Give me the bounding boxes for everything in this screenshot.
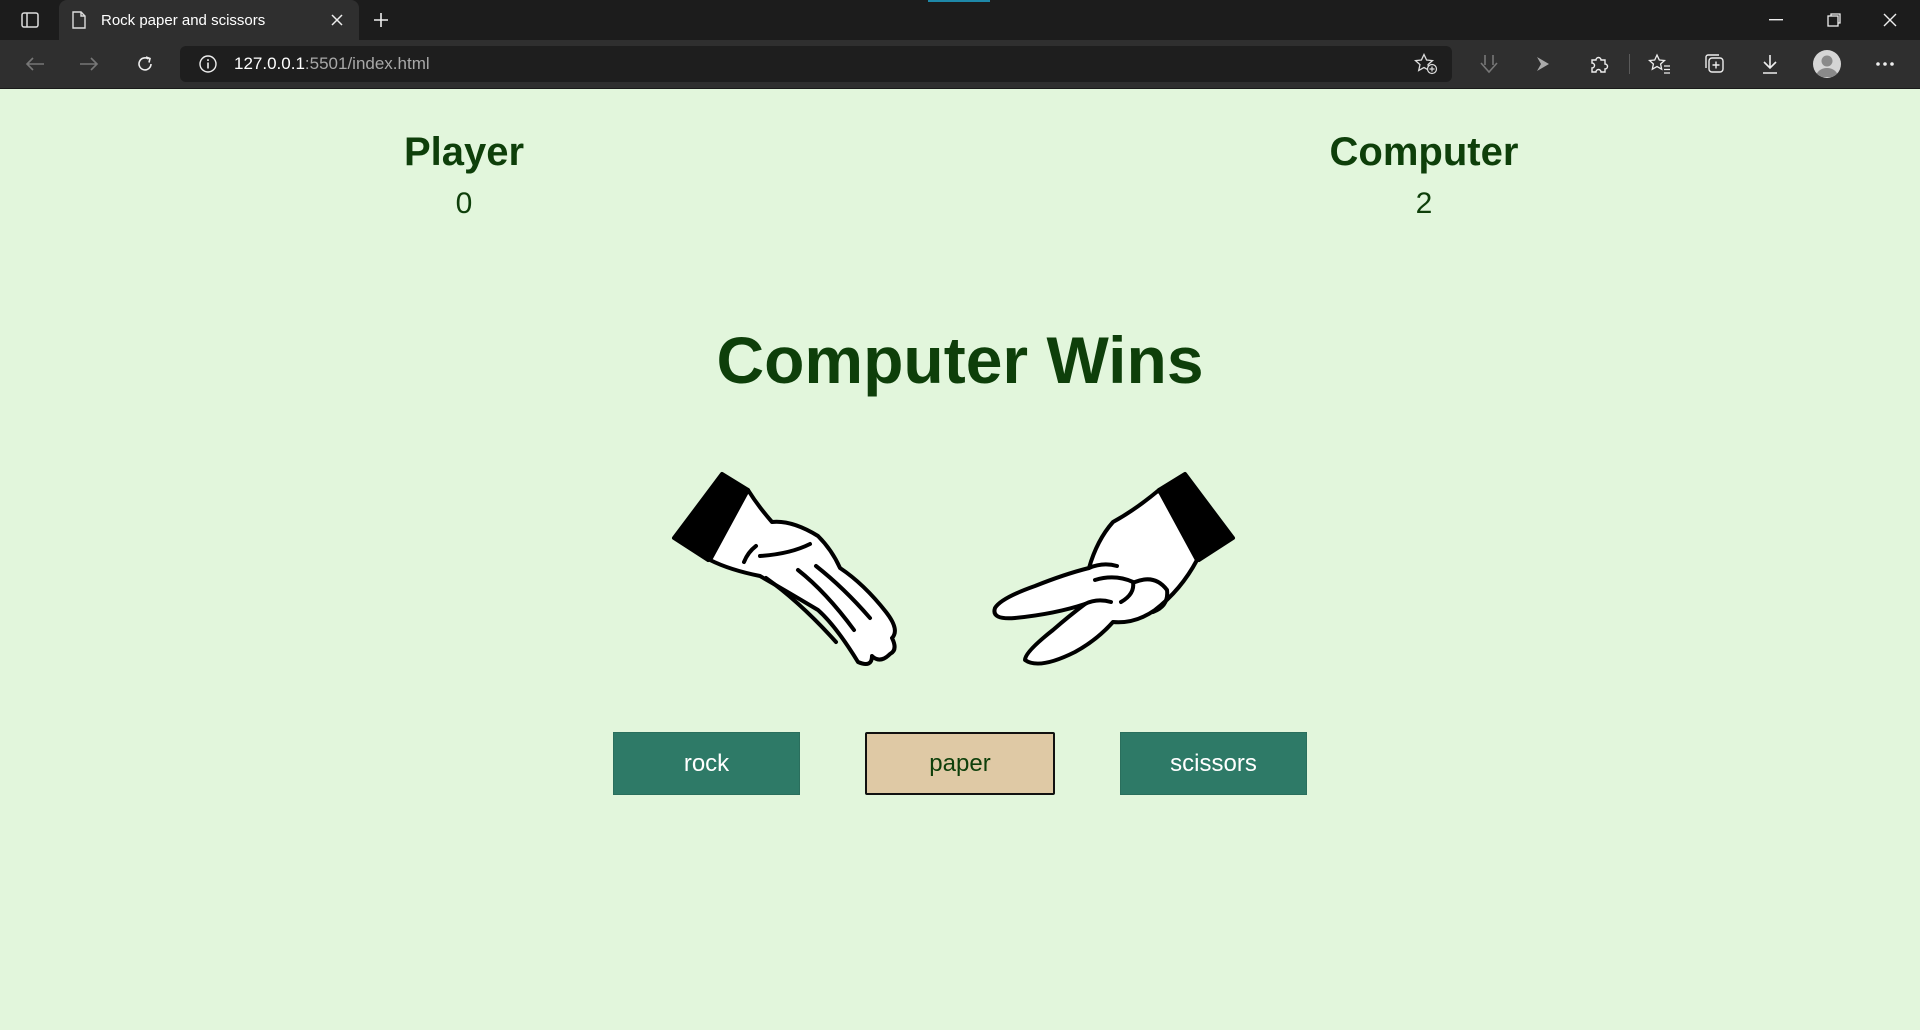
browser-toolbar: 127.0.0.1:5501/index.html (0, 40, 1920, 89)
forward-icon[interactable] (72, 48, 106, 80)
rock-button[interactable]: rock (613, 732, 800, 795)
toolbar-separator (1629, 54, 1630, 74)
document-icon (71, 11, 87, 29)
extensions-icon[interactable] (1585, 51, 1613, 77)
site-info-icon[interactable] (198, 54, 218, 74)
collections-download-icon[interactable] (1475, 51, 1503, 77)
paper-button[interactable]: paper (865, 732, 1055, 795)
computer-score: 2 (1415, 187, 1433, 220)
more-icon[interactable] (1871, 51, 1899, 77)
accent-line (928, 0, 990, 2)
new-tab-icon[interactable] (366, 6, 396, 34)
result-heading: Computer Wins (716, 323, 1204, 397)
url-path: :5501/index.html (304, 54, 430, 73)
player-label: Player (403, 130, 525, 174)
url-host: 127.0.0.1 (234, 54, 305, 73)
tab-title: Rock paper and scissors (101, 11, 266, 29)
favorites-icon[interactable] (1646, 51, 1674, 77)
player-score-block: Player 0 (344, 128, 584, 224)
close-icon[interactable] (327, 10, 347, 30)
computer-hand-scissors-icon (992, 472, 1235, 666)
address-bar[interactable]: 127.0.0.1:5501/index.html (180, 46, 1452, 82)
browser-title-bar: Rock paper and scissors (0, 0, 1920, 40)
collections-icon[interactable] (1701, 51, 1729, 77)
browser-tab[interactable]: Rock paper and scissors (59, 0, 359, 40)
add-favorite-icon[interactable] (1414, 53, 1438, 75)
window-close-icon[interactable] (1862, 0, 1918, 40)
restore-icon[interactable] (1806, 0, 1862, 40)
downloads-icon[interactable] (1756, 51, 1784, 77)
player-score: 0 (455, 187, 473, 220)
player-hand-paper-icon (672, 472, 897, 666)
back-icon[interactable] (18, 48, 52, 80)
computer-label: Computer (1329, 130, 1519, 174)
refresh-icon[interactable] (128, 48, 162, 80)
media-icon[interactable] (1530, 51, 1558, 77)
scissors-button[interactable]: scissors (1120, 732, 1307, 795)
profile-icon[interactable] (1813, 50, 1841, 78)
computer-score-block: Computer 2 (1304, 128, 1544, 224)
tab-actions-icon[interactable] (14, 6, 46, 34)
minimize-icon[interactable] (1748, 0, 1804, 40)
